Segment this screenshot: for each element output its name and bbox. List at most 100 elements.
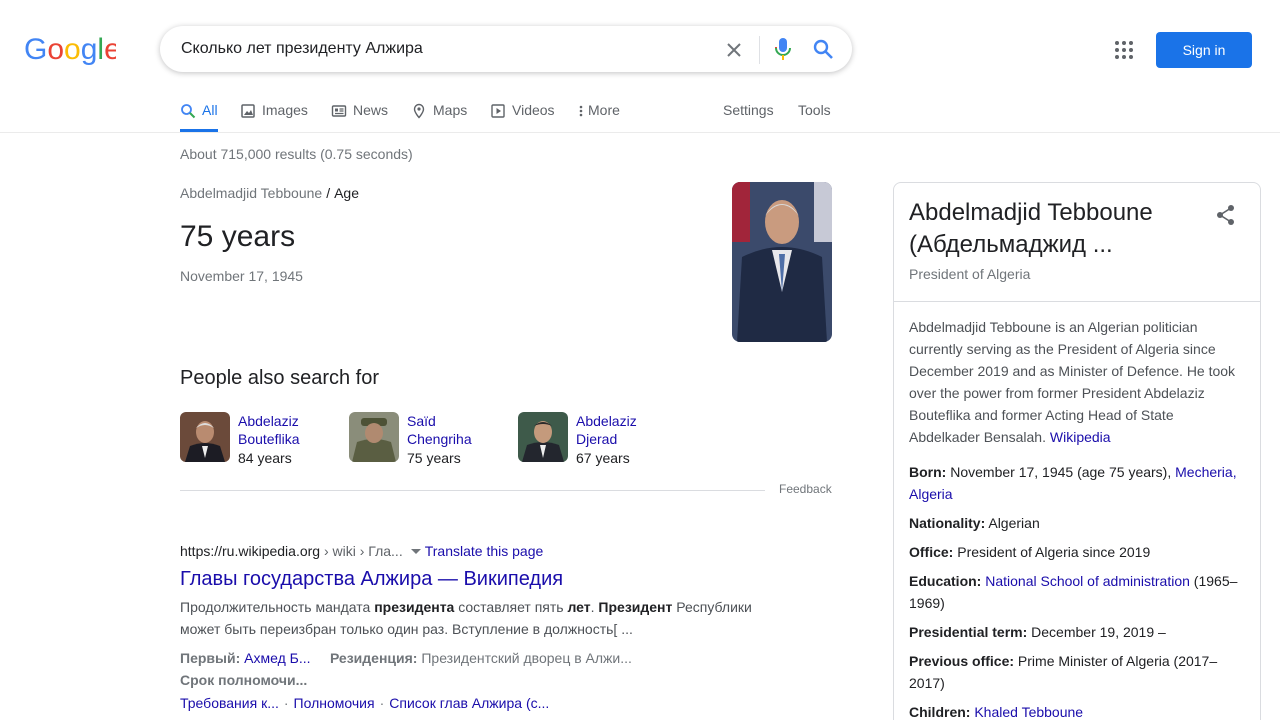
image-icon [241, 104, 255, 118]
snippet-bold: Президент [598, 599, 673, 615]
apps-grid-icon[interactable] [1114, 40, 1134, 60]
people-item[interactable]: Abdelaziz Djerad 67 years [518, 412, 678, 472]
share-icon[interactable] [1214, 203, 1238, 227]
fact-label[interactable]: Nationality: [909, 515, 985, 531]
kp-facts: Born: November 17, 1945 (age 75 years), … [909, 461, 1249, 720]
person-thumbnail [180, 412, 230, 462]
search-icon[interactable] [811, 37, 835, 61]
kp-subtitle: President of Algeria [909, 266, 1031, 282]
google-logo[interactable]: Google [24, 33, 116, 65]
tab-maps[interactable]: Maps [411, 100, 467, 132]
fact-children: Children: Khaled Tebboune [909, 701, 1249, 720]
fact-label[interactable]: Education: [909, 573, 981, 589]
result-domain[interactable]: https://ru.wikipedia.org [180, 543, 320, 559]
people-item[interactable]: Abdelaziz Bouteflika 84 years [180, 412, 340, 472]
fact-previous-office: Previous office: Prime Minister of Alger… [909, 650, 1249, 694]
wikipedia-link[interactable]: Wikipedia [1050, 429, 1111, 445]
fact-label[interactable]: Previous office: [909, 653, 1014, 669]
search-input[interactable]: Сколько лет президенту Алжира [181, 40, 423, 58]
person-age: 67 years [576, 450, 630, 466]
header-divider [0, 132, 1280, 133]
result-snippet: Продолжительность мандата президента сос… [180, 596, 770, 640]
section-divider [180, 490, 765, 491]
kp-divider [894, 301, 1260, 302]
person-age: 75 years [407, 450, 461, 466]
kp-title: Abdelmadjid Tebboune (Абдельмаджид ... [909, 199, 1153, 258]
sitelink-separator: · [283, 695, 289, 711]
search-tabs: All Images News Maps Videos More Setting… [180, 100, 840, 132]
fact-born: Born: November 17, 1945 (age 75 years), … [909, 461, 1249, 505]
meta-link[interactable]: Ахмед Б... [244, 650, 310, 666]
fact-label[interactable]: Born: [909, 464, 946, 480]
person-name[interactable]: Saïd Chengriha [407, 412, 507, 448]
feedback-link[interactable]: Feedback [779, 482, 832, 496]
snippet-bold: президента [374, 599, 455, 615]
tab-more[interactable]: More [578, 100, 620, 132]
kp-description-text: Abdelmadjid Tebboune is an Algerian poli… [909, 319, 1236, 445]
portrait-image[interactable] [732, 182, 832, 342]
more-vert-icon [579, 105, 583, 117]
person-name-line2: Djerad [576, 431, 618, 447]
result-url: https://ru.wikipedia.org › wiki › Гла...… [180, 543, 543, 559]
knowledge-panel: Abdelmadjid Tebboune (Абдельмаджид ... P… [893, 182, 1261, 720]
sitelink[interactable]: Требования к... [180, 695, 279, 711]
tab-all[interactable]: All [180, 100, 218, 132]
clear-icon[interactable] [722, 38, 746, 62]
crumb-separator: / [326, 185, 331, 201]
tab-label: Settings [723, 102, 774, 118]
fact-label[interactable]: Office: [909, 544, 953, 560]
meta-label: Резиденция: [329, 650, 418, 666]
microphone-icon[interactable] [772, 37, 794, 61]
tab-settings[interactable]: Settings [723, 100, 774, 132]
result-path: › wiki › Гла... [320, 543, 403, 559]
search-box[interactable]: Сколько лет президенту Алжира [160, 26, 852, 72]
people-item[interactable]: Saïd Chengriha 75 years [349, 412, 509, 472]
fact-label[interactable]: Children: [909, 704, 970, 720]
person-name-line2: Chengriha [407, 431, 472, 447]
sitelink[interactable]: Список глав Алжира (с... [389, 695, 549, 711]
tab-videos[interactable]: Videos [490, 100, 555, 132]
meta-value: Президентский дворец в Алжи... [421, 650, 632, 666]
person-name[interactable]: Abdelaziz Bouteflika [238, 412, 338, 448]
meta-label[interactable]: Срок полномочи... [180, 672, 307, 688]
sitelink-separator: · [379, 695, 385, 711]
tab-tools[interactable]: Tools [798, 100, 831, 132]
snippet-text: Продолжительность мандата [180, 599, 375, 615]
fact-value: Algerian [988, 515, 1040, 531]
person-thumbnail [518, 412, 568, 462]
search-icon [181, 104, 196, 119]
tab-label: News [353, 102, 389, 118]
person-name-line2: Bouteflika [238, 431, 300, 447]
fact-link[interactable]: National School of administration [985, 573, 1190, 589]
fact-value: November 17, 1945 (age 75 years), [950, 464, 1172, 480]
news-icon [331, 105, 347, 117]
caret-down-icon[interactable] [410, 549, 421, 554]
translate-link[interactable]: Translate this page [425, 543, 544, 559]
fact-nationality: Nationality: Algerian [909, 512, 1249, 534]
result-title[interactable]: Главы государства Алжира — Википедия [180, 568, 563, 591]
crumb-attribute: Age [334, 185, 359, 201]
people-also-search-title: People also search for [180, 367, 380, 389]
meta-label: Первый: [180, 650, 241, 666]
sitelink[interactable]: Полномочия [294, 695, 375, 711]
person-name-line1: Abdelaziz [238, 413, 299, 429]
crumb-entity[interactable]: Abdelmadjid Tebboune [180, 185, 322, 201]
tab-label: Videos [512, 102, 555, 118]
person-name[interactable]: Abdelaziz Djerad [576, 412, 676, 448]
answer-date: November 17, 1945 [180, 268, 303, 284]
fact-education: Education: National School of administra… [909, 570, 1249, 614]
kp-description: Abdelmadjid Tebboune is an Algerian poli… [909, 316, 1244, 448]
fact-label[interactable]: Presidential term: [909, 624, 1027, 640]
result-metadata: Первый: Ахмед Б... Резиденция: Президент… [180, 647, 780, 691]
video-icon [491, 104, 505, 118]
tab-images[interactable]: Images [240, 100, 308, 132]
fact-presidential-term: Presidential term: December 19, 2019 – [909, 621, 1249, 643]
fact-office: Office: President of Algeria since 2019 [909, 541, 1249, 563]
sign-in-button[interactable]: Sign in [1156, 32, 1252, 68]
snippet-text: составляет пять [454, 599, 568, 615]
fact-link[interactable]: Khaled Tebboune [974, 704, 1083, 720]
person-name-line1: Abdelaziz [576, 413, 637, 429]
tab-label: Images [262, 102, 308, 118]
result-sitelinks: Требования к... · Полномочия · Список глав А… [180, 695, 549, 711]
tab-news[interactable]: News [331, 100, 388, 132]
